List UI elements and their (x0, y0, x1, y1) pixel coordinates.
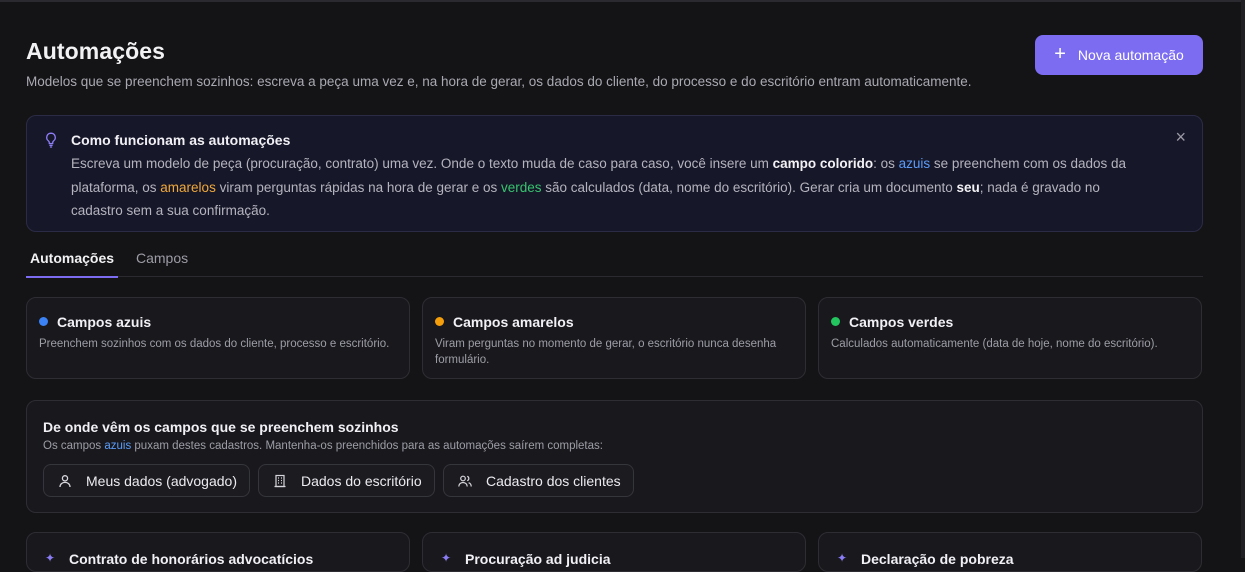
sparkle-icon: ✦ (45, 551, 56, 565)
plus-icon: + (1054, 43, 1066, 65)
green-word: verdes (501, 179, 542, 195)
tab-automations[interactable]: Automações (25, 250, 119, 278)
blue-word: azuis (898, 156, 931, 171)
card-blue-fields: Campos azuis Preenchem sozinhos com os d… (26, 297, 410, 379)
green-dot-icon (831, 317, 840, 326)
card-title: Campos amarelos (453, 314, 574, 330)
own-word: seu (956, 179, 980, 195)
info-title: Como funcionam as automações (71, 132, 291, 148)
clients-chip[interactable]: Cadastro dos clientes (443, 464, 634, 497)
building-icon (274, 474, 286, 487)
card-title: Campos azuis (57, 314, 152, 330)
data-sources-panel: De onde vêm os campos que se preenchem s… (26, 400, 1203, 513)
user-icon (59, 474, 71, 487)
card-green-fields: Campos verdes Calculados automaticamente… (818, 297, 1202, 379)
card-desc: Calculados automaticamente (data de hoje… (831, 338, 1158, 350)
sources-subtitle: Os campos azuis puxam destes cadastros. … (43, 440, 603, 452)
info-banner: Como funcionam as automações Escreva um … (26, 115, 1203, 232)
card-title: Campos verdes (849, 314, 954, 330)
page-title: Automações (26, 38, 166, 64)
page-subtitle: Modelos que se preenchem sozinhos: escre… (26, 74, 972, 89)
yellow-word: amarelos (160, 179, 216, 195)
automation-title: Declaração de pobreza (861, 551, 1014, 567)
lightbulb-icon (46, 132, 56, 148)
info-body: Escreva um modelo de peça (procuração, c… (71, 156, 1127, 218)
yellow-dot-icon (435, 317, 444, 326)
chip-label: Cadastro dos clientes (486, 472, 621, 489)
my-data-chip[interactable]: Meus dados (advogado) (43, 464, 250, 497)
automation-card[interactable]: ✦ Declaração de pobreza (818, 532, 1202, 572)
automations-page: Automações Modelos que se preenchem sozi… (25, 0, 1203, 572)
card-yellow-fields: Campos amarelos Viram perguntas no momen… (422, 297, 806, 379)
office-data-chip[interactable]: Dados do escritório (258, 464, 435, 497)
blue-word: azuis (104, 440, 132, 452)
scrollbar[interactable] (1241, 0, 1245, 558)
new-automation-button[interactable]: + Nova automação (1035, 35, 1203, 75)
tabs-bar: Automações Campos (25, 250, 1203, 278)
chip-label: Dados do escritório (301, 472, 422, 489)
tab-fields[interactable]: Campos (136, 250, 188, 277)
card-desc: Viram perguntas no momento de gerar, o e… (435, 338, 777, 366)
colored-field-text: campo colorido (772, 156, 874, 171)
automation-title: Contrato de honorários advocatícios (69, 551, 314, 567)
automation-card[interactable]: ✦ Contrato de honorários advocatícios (26, 532, 410, 572)
users-icon (458, 475, 472, 487)
automation-card[interactable]: ✦ Procuração ad judicia (422, 532, 806, 572)
new-automation-label: Nova automação (1077, 47, 1184, 63)
automation-title: Procuração ad judicia (465, 551, 611, 567)
close-icon[interactable]: × (1175, 128, 1186, 146)
sparkle-icon: ✦ (837, 551, 848, 565)
blue-dot-icon (39, 317, 48, 326)
sources-title: De onde vêm os campos que se preenchem s… (43, 419, 399, 435)
sparkle-icon: ✦ (441, 551, 452, 565)
card-desc: Preenchem sozinhos com os dados do clien… (39, 338, 390, 350)
chip-label: Meus dados (advogado) (86, 472, 237, 489)
